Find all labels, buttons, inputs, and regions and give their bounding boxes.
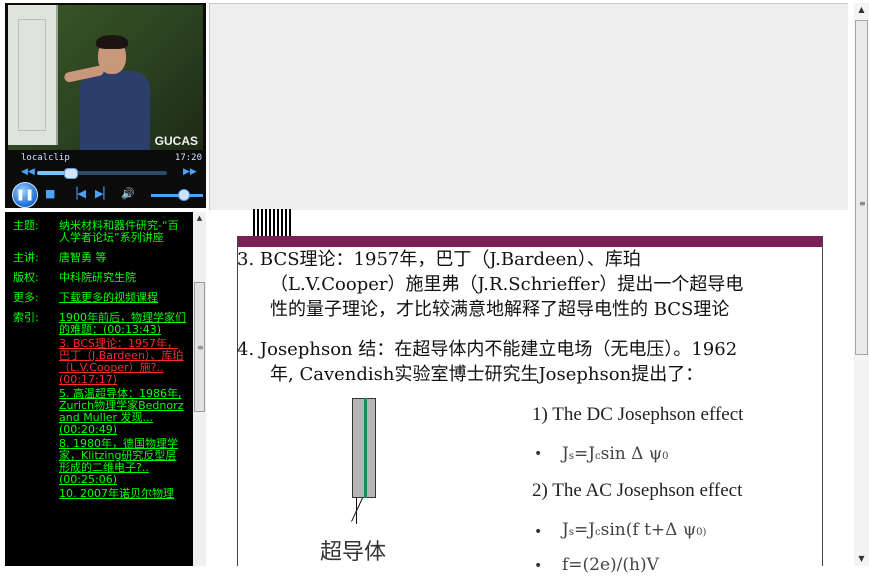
lecturer-value: 唐智勇 等 xyxy=(59,251,107,264)
junction-stripe xyxy=(364,398,367,498)
lecturer-label: 主讲: xyxy=(13,251,39,264)
slide-point-3-line-1: 3. BCS理论：1957年，巴丁（J.Bardeen）、库珀 xyxy=(237,249,641,270)
fast-forward-icon[interactable]: ▶▶ xyxy=(183,167,197,177)
info-scroll-thumb[interactable]: ≡ xyxy=(194,282,205,412)
formula-text: sin(f t+Δ ψ xyxy=(600,520,697,540)
blackboard-image xyxy=(8,5,58,145)
barcode-bar xyxy=(265,209,267,236)
slide-header-bar xyxy=(238,236,822,247)
more-videos-link[interactable]: 下载更多的视频课程 xyxy=(59,292,187,304)
clip-info-row: localclip 17:20 xyxy=(5,151,206,165)
index-item[interactable]: 1900年前后，物理学家们的难题：(00:13:43) xyxy=(59,312,187,336)
topic-label: 主题: xyxy=(13,219,39,232)
volume-slider[interactable] xyxy=(151,194,203,197)
barcode-bar xyxy=(285,209,287,236)
rewind-icon[interactable]: ◀◀ xyxy=(21,167,35,177)
grip-icon: ≡ xyxy=(859,199,866,208)
slide-point-4-line-1: 4. Josephson 结：在超导体内不能建立电场（无电压）。1962 xyxy=(237,339,738,360)
frequency-formula: f=(2e)/(h)V xyxy=(562,555,659,575)
formula-subscript: 0) xyxy=(696,527,707,538)
barcode-bar xyxy=(261,209,263,236)
more-label: 更多: xyxy=(13,291,39,304)
next-icon: ▶▏ xyxy=(95,187,112,200)
arrow-icon xyxy=(351,497,363,522)
blank-frame xyxy=(209,3,848,210)
left-panel: GUCAS localclip 17:20 ◀◀ ▶▶ ❚❚ ■ ▕◀ ▶▏ 🔊 xyxy=(0,0,210,566)
previous-button[interactable]: ▕◀ xyxy=(69,187,86,201)
rights-label: 版权: xyxy=(13,271,39,284)
index-item[interactable]: 8. 1980年，德国物理学家，Klitzing研究反型层形成的二维电子?..(… xyxy=(59,438,187,486)
barcode-bar xyxy=(253,209,255,236)
clip-name: localclip xyxy=(21,153,70,163)
more-row: 更多: 下载更多的视频课程 xyxy=(5,284,193,304)
slide-point-3-line-3: 性的量子理论，才比较满意地解释了超导电性的 BCS理论 xyxy=(270,299,730,320)
barcode-bar xyxy=(273,209,275,236)
player-controls: ❚❚ ■ ▕◀ ▶▏ 🔊 xyxy=(5,181,206,208)
formula-symbol: =J xyxy=(573,520,596,540)
slide-point-3-line-2: （L.V.Cooper）施里弗（J.R.Schrieffer）提出一个超导电 xyxy=(270,274,744,295)
barcode-bar xyxy=(281,209,283,236)
stop-button[interactable]: ■ xyxy=(45,187,55,201)
barcode-bar xyxy=(277,209,279,236)
volume-thumb[interactable] xyxy=(178,189,191,201)
formula-subscript: 0 xyxy=(662,451,669,462)
lecturer-row: 主讲: 唐智勇 等 xyxy=(5,244,193,264)
stop-icon: ■ xyxy=(45,187,56,200)
scroll-down-icon[interactable]: ▼ xyxy=(854,552,869,566)
rights-value: 中科院研究生院 xyxy=(59,271,136,284)
barcode-bar xyxy=(289,209,291,236)
index-item[interactable]: 5. 高温超导体：1986年, Zurich物理学家Bednorz and Mu… xyxy=(59,388,187,436)
previous-icon: ▕◀ xyxy=(69,187,86,200)
course-info-panel: 主题: 纳米材料和器件研究-“百人学者论坛”系列讲座 主讲: 唐智勇 等 版权:… xyxy=(5,212,206,566)
info-scrollbar[interactable]: ▲ ≡ xyxy=(193,212,206,566)
board-frame xyxy=(18,19,46,131)
lecturer-image xyxy=(80,71,150,150)
barcode-bar xyxy=(269,209,271,236)
clip-time: 17:20 xyxy=(174,153,202,163)
topic-value: 纳米材料和器件研究-“百人学者论坛”系列讲座 xyxy=(59,219,179,244)
formula-symbol: =J xyxy=(573,444,596,464)
bullet-icon: • xyxy=(534,524,543,540)
index-item[interactable]: 3. BCS理论：1957年，巴丁（J.Bardeen）、库珀（L.V.Coop… xyxy=(59,338,187,386)
dc-formula: Js=Jcsin Δ ψ0 xyxy=(562,443,669,468)
grip-icon: ≡ xyxy=(197,343,204,352)
pause-icon: ❚❚ xyxy=(15,188,35,201)
lecture-slide: 3. BCS理论：1957年，巴丁（J.Bardeen）、库珀 （L.V.Coo… xyxy=(237,236,823,575)
index-label: 索引: xyxy=(13,311,39,324)
seek-bar[interactable] xyxy=(37,168,167,179)
lecturer-hair xyxy=(96,35,128,49)
index-list: 1900年前后，物理学家们的难题：(00:13:43) 3. BCS理论：195… xyxy=(59,312,187,502)
topic-row: 主题: 纳米材料和器件研究-“百人学者论坛”系列讲座 xyxy=(5,212,193,244)
formula-symbol: J xyxy=(562,520,569,540)
page-scroll-thumb[interactable]: ≡ xyxy=(855,20,868,355)
seek-row: ◀◀ ▶▶ xyxy=(5,167,206,179)
volume-icon: 🔊 xyxy=(121,187,135,200)
scroll-up-icon[interactable]: ▲ xyxy=(193,212,206,225)
scroll-up-icon[interactable]: ▲ xyxy=(854,3,869,17)
media-player: GUCAS localclip 17:20 ◀◀ ▶▶ ❚❚ ■ ▕◀ ▶▏ 🔊 xyxy=(5,3,206,208)
superconductor-label: 超导体 xyxy=(320,540,387,565)
course-info-content: 主题: 纳米材料和器件研究-“百人学者论坛”系列讲座 主讲: 唐智勇 等 版权:… xyxy=(5,212,193,502)
next-button[interactable]: ▶▏ xyxy=(95,187,112,201)
bullet-icon: • xyxy=(534,558,543,574)
page-scrollbar[interactable]: ▲ ≡ ▼ xyxy=(854,3,869,566)
seek-thumb[interactable] xyxy=(63,168,78,179)
formula-symbol: J xyxy=(562,444,569,464)
bullet-icon: • xyxy=(534,446,543,462)
ac-effect-item: 2) The AC Josephson effect xyxy=(532,480,743,501)
index-item[interactable]: 10. 2007年诺贝尔物理 xyxy=(59,488,187,500)
rights-row: 版权: 中科院研究生院 xyxy=(5,264,193,284)
dc-effect-item: 1) The DC Josephson effect xyxy=(532,404,744,425)
index-row: 索引: 1900年前后，物理学家们的难题：(00:13:43) 3. BCS理论… xyxy=(5,304,193,502)
video-frame[interactable]: GUCAS xyxy=(8,5,203,150)
slide-point-4-line-2: 年, Cavendish实验室博士研究生Josephson提出了： xyxy=(270,364,704,385)
formula-text: sin Δ ψ xyxy=(600,444,663,464)
barcode-bar xyxy=(257,209,259,236)
pause-button[interactable]: ❚❚ xyxy=(12,182,38,208)
volume-button[interactable]: 🔊 xyxy=(121,187,135,201)
ac-formula: Js=Jcsin(f t+Δ ψ0) xyxy=(562,519,706,544)
video-watermark: GUCAS xyxy=(154,134,198,148)
barcode-image xyxy=(253,209,291,236)
